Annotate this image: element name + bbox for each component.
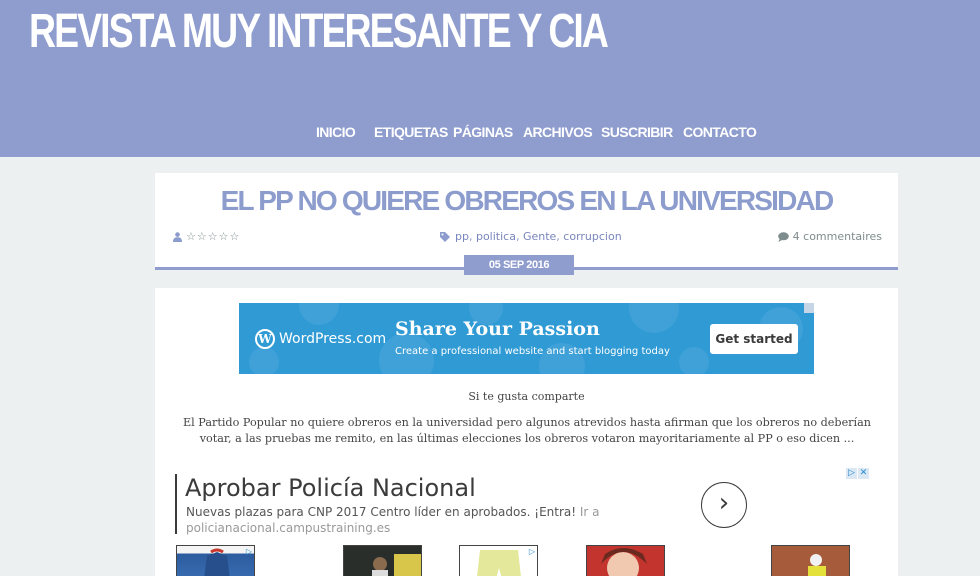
ad-description-text: Nuevas plazas para CNP 2017 Centro líder… [186,505,577,519]
ad-corner-marker [804,303,814,313]
google-ad[interactable]: Aprobar Policía Nacional Nuevas plazas p… [175,468,885,576]
adchoices-icon[interactable]: ▷ ✕ [846,468,869,479]
ad-thumbnail[interactable]: ▷ [459,545,538,576]
ad-headline: Share Your Passion [395,318,600,340]
comments-count[interactable]: 4 commentaires [793,230,882,243]
ad-description: Nuevas plazas para CNP 2017 Centro líder… [186,505,600,519]
ad-marker-icon: ▷ [528,547,535,556]
tag-link-pp[interactable]: pp [455,230,469,243]
nav-suscribir[interactable]: SUSCRIBIR [601,124,673,140]
wordpress-ad-banner[interactable]: W WordPress.com Share Your Passion Creat… [239,303,814,374]
wordpress-logo-text: WordPress.com [279,331,387,347]
ad-marker-icon: ▷ [245,547,252,556]
ad-title[interactable]: Aprobar Policía Nacional [185,474,476,502]
post-date-badge: 05 SEP 2016 [464,255,574,275]
wordpress-icon: W [255,329,275,349]
street-image [344,546,421,576]
tag-link-gente[interactable]: Gente [523,230,556,243]
ad-thumbnail[interactable] [771,545,850,576]
portrait-image [587,546,664,576]
ad-more-link[interactable]: Ir a [580,505,600,519]
site-header: REVISTA MUY INTERESANTE Y CIA INICIO ETI… [0,0,980,157]
adchoices-play-icon: ▷ [846,468,857,479]
ad-subline: Create a professional website and start … [395,346,670,357]
user-icon [173,231,182,242]
post-comments[interactable]: 4 commentaires [777,230,882,243]
get-started-button[interactable]: Get started [710,324,798,354]
share-prompt: Si te gusta comparte [468,390,585,403]
comment-icon [777,231,789,242]
nav-paginas[interactable]: PÁGINAS [453,124,513,140]
tag-separator: , [468,230,473,243]
tag-link-politica[interactable]: politica [476,230,516,243]
worker-image [772,546,849,576]
post-tags: pp, politica, Gente, corrupcion [440,230,622,243]
jacket-image [204,548,230,576]
ad-url[interactable]: policianacional.campustraining.es [186,521,390,535]
ad-thumbnail[interactable]: ▷ [176,545,255,576]
post-excerpt: El Partido Popular no quiere obreros en … [183,416,871,445]
post-title[interactable]: EL PP NO QUIERE OBREROS EN LA UNIVERSIDA… [155,185,898,217]
nav-archivos[interactable]: ARCHIVOS [523,124,593,140]
ad-thumbnail[interactable] [586,545,665,576]
nav-contacto[interactable]: CONTACTO [683,124,757,140]
ad-thumbnail[interactable] [343,545,422,576]
nav-inicio[interactable]: INICIO [316,124,356,140]
tag-separator: , [515,230,520,243]
adchoices-close-icon: ✕ [858,468,869,479]
tag-separator: , [556,230,560,243]
tag-link-corrupcion[interactable]: corrupcion [563,230,621,243]
site-title[interactable]: REVISTA MUY INTERESANTE Y CIA [29,4,609,59]
post-author-rating: ☆☆☆☆☆ [173,230,240,243]
post-header-card: EL PP NO QUIERE OBREROS EN LA UNIVERSIDA… [155,173,898,275]
rating-stars[interactable]: ☆☆☆☆☆ [186,230,240,243]
wordpress-logo: W WordPress.com [255,329,386,349]
tag-icon [440,231,450,242]
ad-accent-bar [175,474,177,534]
nav-etiquetas[interactable]: ETIQUETAS [374,124,448,140]
shorts-image [477,550,521,576]
post-content-card: W WordPress.com Share Your Passion Creat… [155,288,898,576]
chevron-right-icon[interactable]: › [701,482,747,528]
